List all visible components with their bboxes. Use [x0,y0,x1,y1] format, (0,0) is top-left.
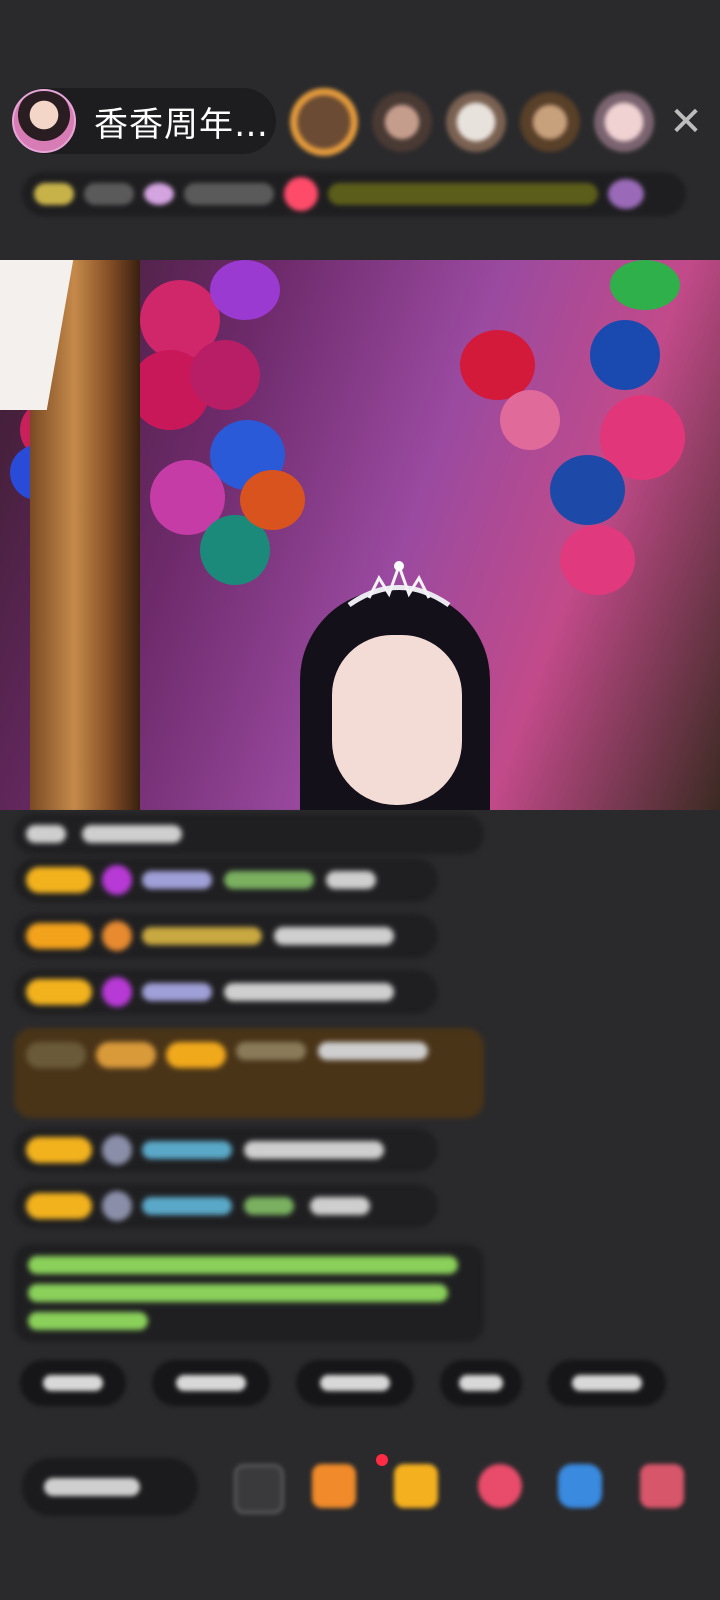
chat-notice-message [14,1244,484,1342]
username[interactable] [142,871,212,889]
viewer-avatar[interactable] [446,92,506,152]
chat-highlight-message[interactable] [14,1028,484,1118]
close-icon[interactable]: ✕ [664,100,708,144]
fan-club-icon[interactable] [394,1464,438,1508]
balloon-decoration [240,470,305,530]
chat-message[interactable] [14,970,438,1014]
quick-reply-chip[interactable] [296,1360,414,1406]
quick-reply-bar[interactable] [20,1360,666,1406]
username[interactable] [142,1141,232,1159]
level-badge [26,1042,86,1068]
level-badge [26,1193,92,1219]
game-icon[interactable] [558,1464,602,1508]
chat-message[interactable] [14,1184,438,1228]
stat-chip [84,183,134,205]
quick-reply-chip[interactable] [20,1360,126,1406]
live-stream-video[interactable] [0,260,720,810]
chat-message[interactable] [14,1128,438,1172]
notification-dot [376,1454,388,1466]
stat-chip [184,183,274,205]
host-avatar[interactable] [12,89,76,153]
username[interactable] [142,983,212,1001]
stat-icon [284,177,318,211]
top-viewers-list[interactable] [290,88,654,156]
chat-system-message [14,814,484,854]
balloon-decoration [550,455,625,525]
user-icon [102,1191,132,1221]
heart-icon[interactable] [478,1464,522,1508]
balloon-decoration [610,260,680,310]
chat-message[interactable] [14,914,438,958]
diamond-icon [102,977,132,1007]
viewer-avatar[interactable] [594,92,654,152]
emoji-icon[interactable] [234,1464,284,1514]
marquee-banner[interactable] [328,183,598,205]
quick-reply-chip[interactable] [152,1360,270,1406]
balloon-decoration [190,340,260,410]
level-badge [26,1137,92,1163]
stat-icon [144,183,174,205]
chat-input-button[interactable] [22,1458,198,1516]
username[interactable] [236,1042,306,1060]
gift-icon[interactable] [608,179,644,209]
diamond-icon [102,865,132,895]
quick-reply-chip[interactable] [548,1360,666,1406]
username[interactable] [142,1197,232,1215]
level-badge [26,979,92,1005]
rank-badge [34,183,74,205]
viewer-avatar[interactable] [520,92,580,152]
fan-badge [166,1042,226,1068]
balloon-decoration [590,320,660,390]
chat-message[interactable] [14,858,438,902]
gift-box-icon[interactable] [312,1464,356,1508]
noble-badge [96,1042,156,1068]
viewer-avatar[interactable] [290,88,358,156]
user-icon [102,1135,132,1165]
host-name: 香香周年… [94,104,269,145]
level-badge [26,923,92,949]
balloon-decoration [500,390,560,450]
streamer-face [332,635,462,805]
level-badge [26,867,92,893]
bottom-action-bar[interactable] [22,1454,712,1528]
balloon-decoration [210,260,280,320]
fan-club-icon [102,921,132,951]
host-info-pill[interactable]: 香香周年… [12,88,276,154]
username[interactable] [142,927,262,945]
stream-stats-bar[interactable] [22,172,686,216]
more-apps-icon[interactable] [640,1464,684,1508]
quick-reply-chip[interactable] [440,1360,522,1406]
tiara-icon [347,561,451,608]
viewer-avatar[interactable] [372,92,432,152]
balloon-decoration [560,525,635,595]
